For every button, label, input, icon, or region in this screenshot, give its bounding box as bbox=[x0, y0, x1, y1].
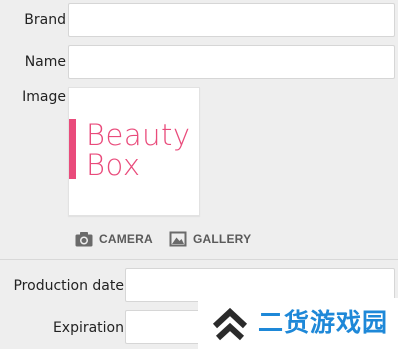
expiration-label: Expiration bbox=[52, 320, 124, 336]
brand-input[interactable] bbox=[68, 3, 395, 37]
logo-text-line1: Beauty bbox=[86, 118, 191, 152]
watermark-overlay: 二货游戏园 bbox=[198, 298, 398, 349]
watermark-text: 二货游戏园 bbox=[258, 308, 389, 337]
image-preview[interactable]: Beauty Box bbox=[68, 87, 200, 216]
section-divider bbox=[0, 259, 398, 260]
logo-accent-bar bbox=[69, 119, 76, 179]
camera-button-label: CAMERA bbox=[99, 232, 153, 246]
gallery-button-label: GALLERY bbox=[193, 232, 252, 246]
gallery-icon bbox=[169, 231, 187, 247]
camera-button[interactable]: CAMERA bbox=[75, 229, 153, 249]
camera-icon bbox=[75, 231, 93, 247]
logo-text-line2: Box bbox=[86, 148, 141, 182]
name-label: Name bbox=[24, 54, 66, 70]
name-input[interactable] bbox=[68, 45, 395, 79]
brand-label: Brand bbox=[24, 12, 66, 28]
double-chevron-up-logo-icon bbox=[210, 304, 250, 342]
image-label: Image bbox=[22, 89, 66, 105]
production-date-input[interactable] bbox=[125, 268, 395, 302]
gallery-button[interactable]: GALLERY bbox=[169, 229, 251, 249]
production-date-label: Production date bbox=[13, 278, 124, 294]
